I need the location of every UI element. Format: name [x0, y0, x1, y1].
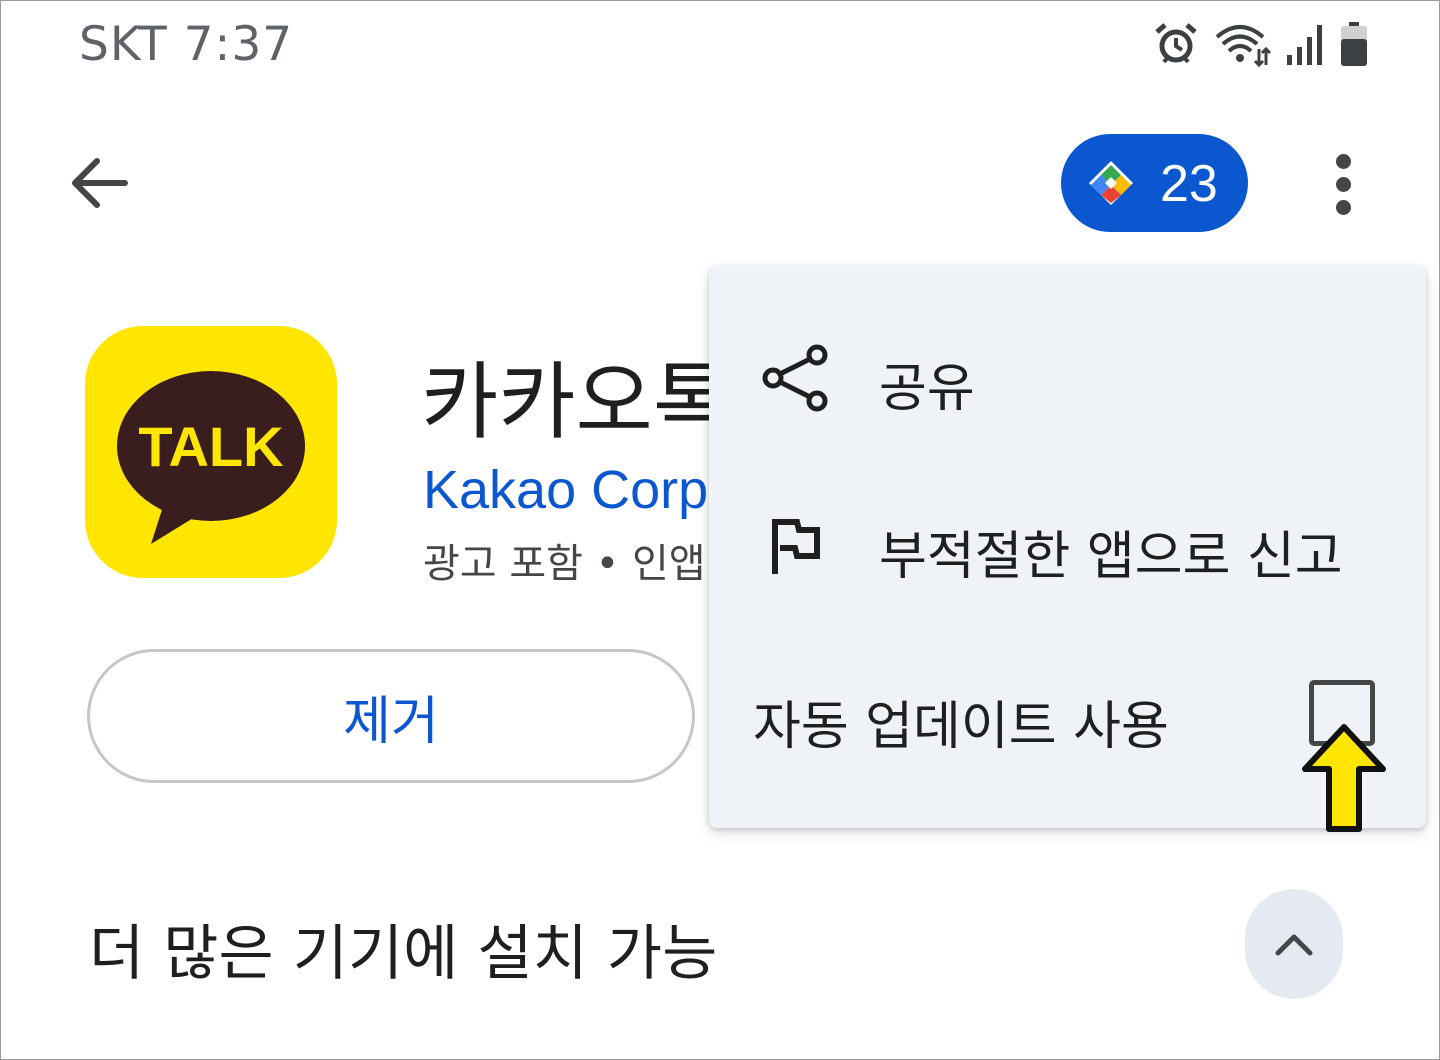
- share-icon: [759, 342, 831, 414]
- play-points-button[interactable]: 23: [1061, 134, 1248, 232]
- more-vert-icon-dot: [1335, 199, 1351, 215]
- back-button[interactable]: [63, 147, 135, 219]
- signal-icon: [1287, 25, 1322, 65]
- talk-logo-icon: TALK: [117, 371, 305, 544]
- app-icon: TALK: [85, 326, 337, 578]
- more-options-button[interactable]: [1313, 149, 1373, 219]
- play-points-value: 23: [1160, 155, 1218, 213]
- developer-link[interactable]: Kakao Corp: [423, 459, 708, 521]
- wifi-icon: [1215, 25, 1271, 67]
- arrow-back-icon: [72, 158, 128, 208]
- alarm-icon: [1155, 23, 1197, 64]
- menu-item-share[interactable]: 공유: [709, 342, 1426, 419]
- battery-icon: [1341, 22, 1367, 66]
- expand-button[interactable]: [1245, 889, 1343, 999]
- status-carrier-time: SKT 7:37: [79, 17, 294, 72]
- screen: SKT 7:37 23 TALK 카카오톡 Kakao Corp 광고 포함 •…: [0, 0, 1440, 1060]
- menu-item-label: 부적절한 앱으로 신고: [879, 527, 1343, 587]
- annotation-arrow-icon: [1302, 724, 1386, 832]
- more-vert-icon-dot: [1335, 176, 1351, 192]
- menu-item-report[interactable]: 부적절한 앱으로 신고: [709, 510, 1426, 587]
- chevron-up-icon: [1275, 934, 1313, 956]
- talk-logo-text: TALK: [138, 415, 283, 478]
- remove-button[interactable]: 제거: [87, 649, 695, 783]
- more-vert-icon-dot: [1335, 153, 1351, 169]
- play-points-icon: [1089, 161, 1133, 205]
- section-title: 더 많은 기기에 설치 가능: [89, 919, 718, 989]
- menu-item-label: 공유: [879, 359, 975, 419]
- menu-item-label: 자동 업데이트 사용: [753, 697, 1169, 757]
- app-meta: 광고 포함 • 인앱: [423, 541, 706, 587]
- flag-icon: [759, 510, 831, 582]
- status-icons: [1153, 19, 1369, 69]
- app-title: 카카오톡: [421, 353, 731, 451]
